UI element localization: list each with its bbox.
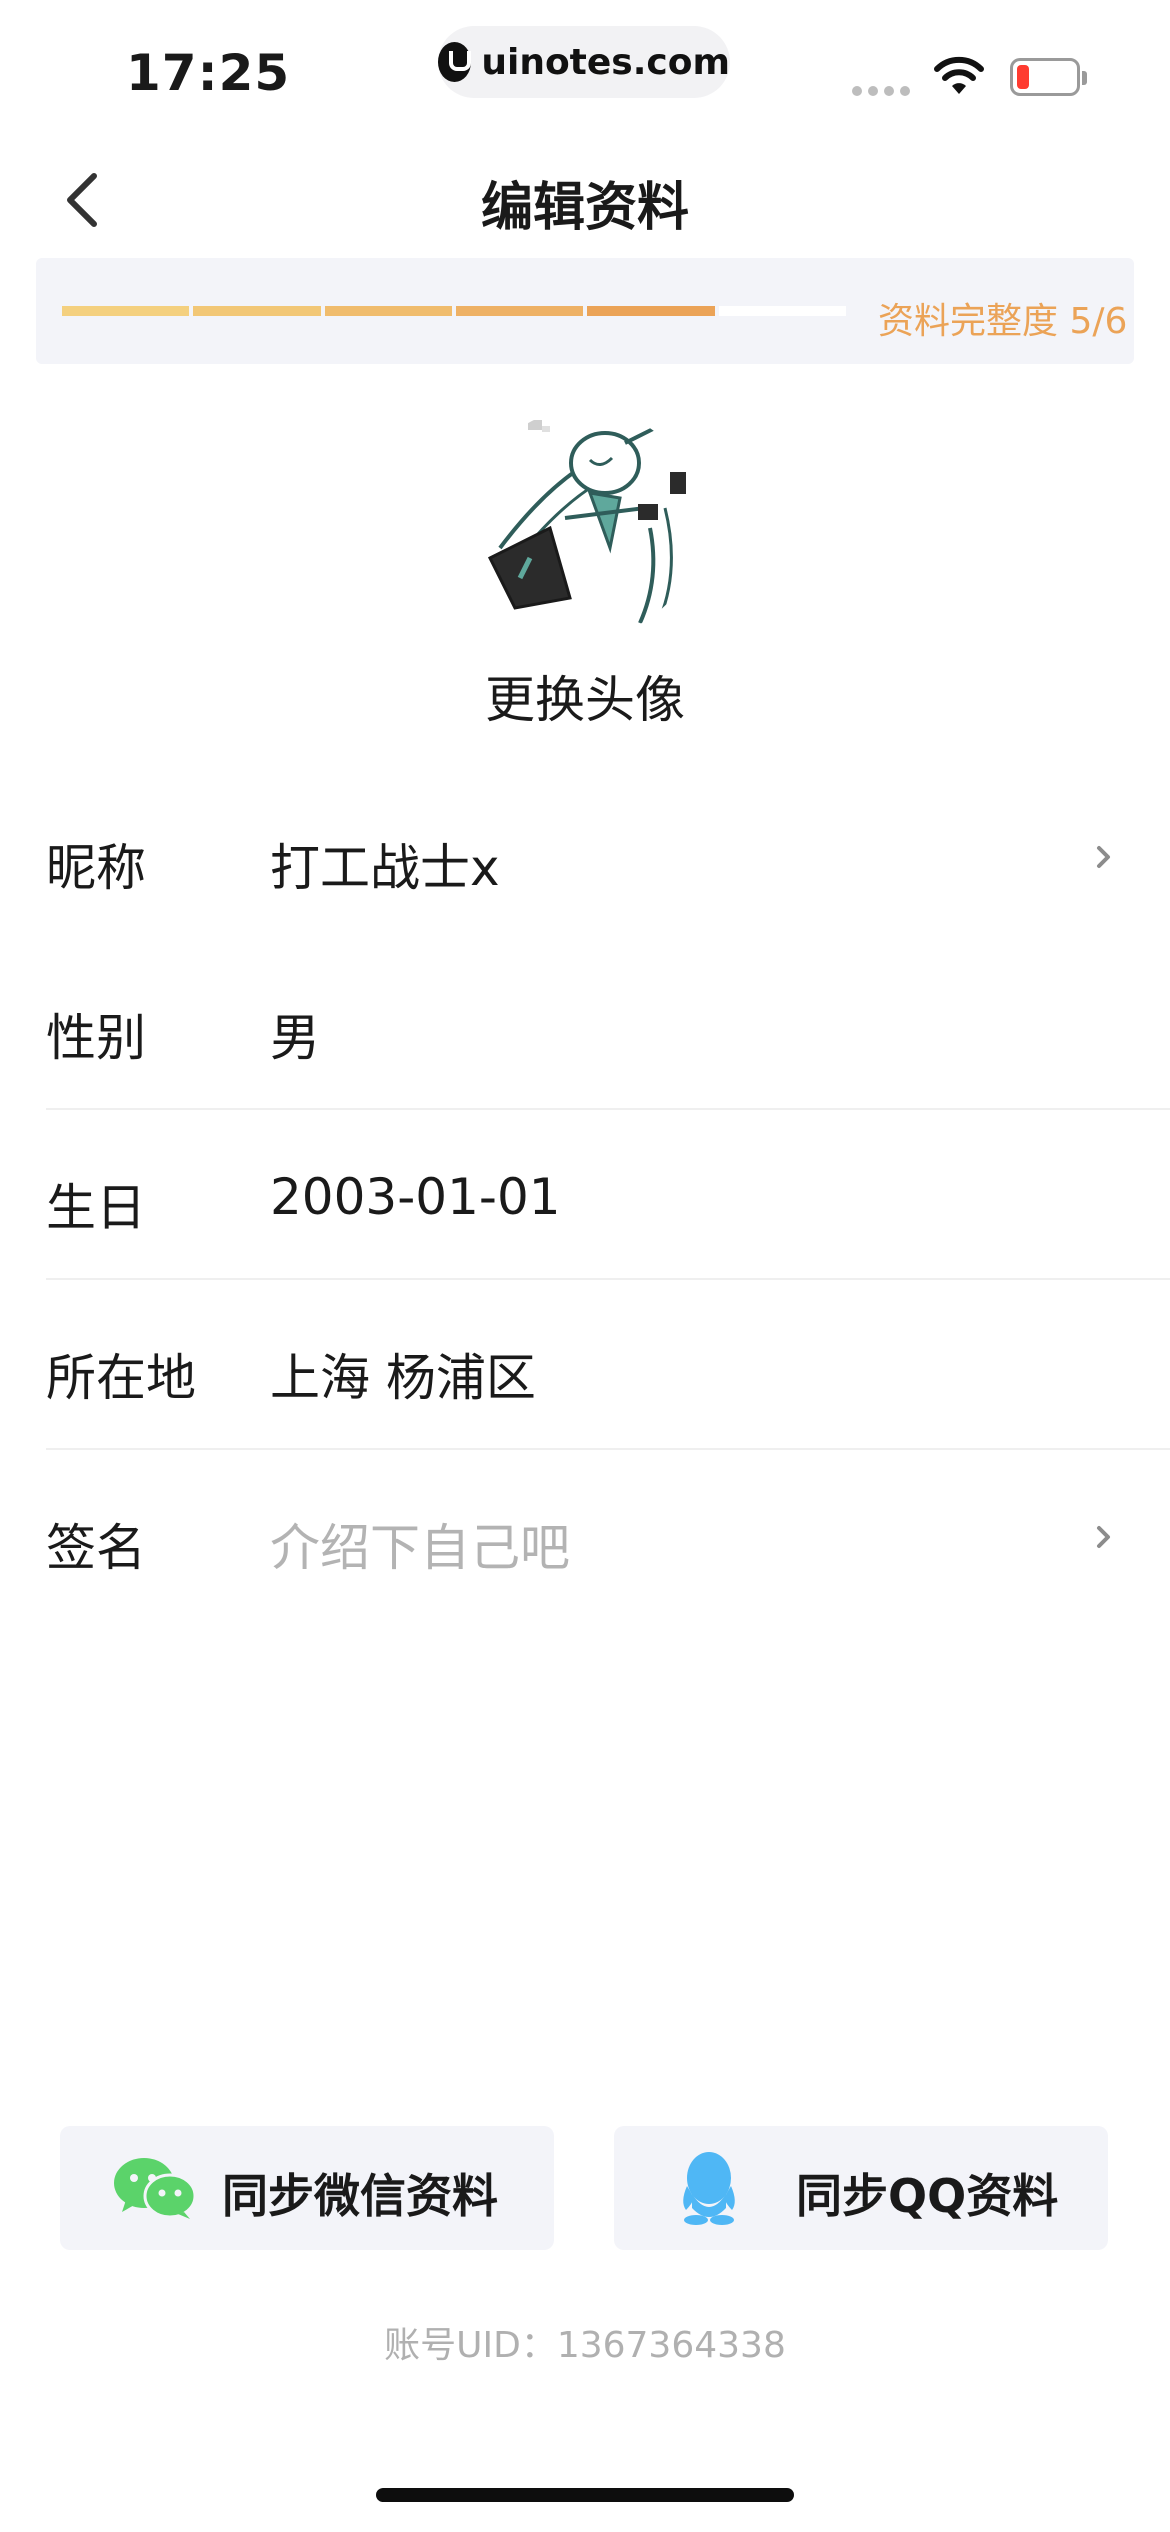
url-pill[interactable]: uinotes.com: [438, 26, 730, 98]
uinotes-logo-icon: [438, 42, 472, 82]
gender-value: 男: [270, 1009, 320, 1067]
profile-completion-card: 资料完整度 5/6: [36, 258, 1134, 364]
wechat-icon: [114, 2158, 197, 2219]
progress-segment-filled: [455, 306, 584, 316]
status-time: 17:25: [126, 44, 291, 102]
birthday-label: 生日: [46, 1179, 146, 1237]
nickname-label: 昵称: [46, 839, 146, 897]
url-text: uinotes.com: [481, 41, 730, 83]
location-label: 所在地: [46, 1349, 196, 1407]
avatar-illustration: [470, 408, 700, 638]
avatar[interactable]: [470, 408, 700, 638]
completion-label: 资料完整度 5/6: [878, 301, 1128, 342]
location-value: 上海 杨浦区: [270, 1349, 536, 1407]
status-bar: 17:25 uinotes.com: [0, 0, 1170, 130]
completion-progress-bar: [62, 306, 846, 316]
progress-segment-filled: [587, 306, 715, 316]
progress-segment-filled: [324, 306, 452, 316]
home-indicator: [376, 2488, 794, 2502]
sync-qq-label: 同步QQ资料: [796, 2169, 1059, 2223]
sync-qq-button[interactable]: 同步QQ资料: [614, 2126, 1108, 2250]
wifi-icon: [934, 56, 984, 94]
chevron-right-icon: [1097, 1526, 1110, 1548]
form-row-nickname[interactable]: 昵称 打工战士x: [0, 770, 1170, 940]
page-title: 编辑资料: [480, 178, 689, 238]
qq-icon: [683, 2152, 735, 2225]
signature-label: 签名: [46, 1519, 146, 1577]
form-row-birthday[interactable]: 生日 2003-01-01: [0, 1110, 1170, 1280]
edit-profile-screen: 17:25 uinotes.com 编辑资料 资料完整度 5/6 更换头像 昵称…: [0, 0, 1170, 2532]
change-avatar-button[interactable]: 更换头像: [0, 660, 1170, 732]
form-row-location[interactable]: 所在地 上海 杨浦区: [0, 1280, 1170, 1450]
progress-segment-empty: [718, 306, 846, 316]
form-row-gender[interactable]: 性别 男: [0, 940, 1170, 1110]
nickname-value: 打工战士x: [270, 839, 500, 897]
progress-segment-filled: [193, 306, 321, 316]
sync-wechat-label: 同步微信资料: [222, 2169, 498, 2223]
gender-label: 性别: [46, 1009, 146, 1067]
signal-dots-icon: [852, 86, 910, 96]
signature-placeholder: 介绍下自己吧: [270, 1519, 570, 1577]
sync-wechat-button[interactable]: 同步微信资料: [60, 2126, 554, 2250]
chevron-right-icon: [1097, 846, 1110, 868]
birthday-value: 2003-01-01: [270, 1168, 561, 1226]
battery-low-icon: [1010, 58, 1087, 96]
battery-level: [1017, 65, 1029, 89]
account-uid: 账号UID：1367364338: [384, 2325, 786, 2366]
progress-segment-filled: [62, 306, 190, 316]
form-row-signature[interactable]: 签名 介绍下自己吧: [0, 1450, 1170, 1620]
